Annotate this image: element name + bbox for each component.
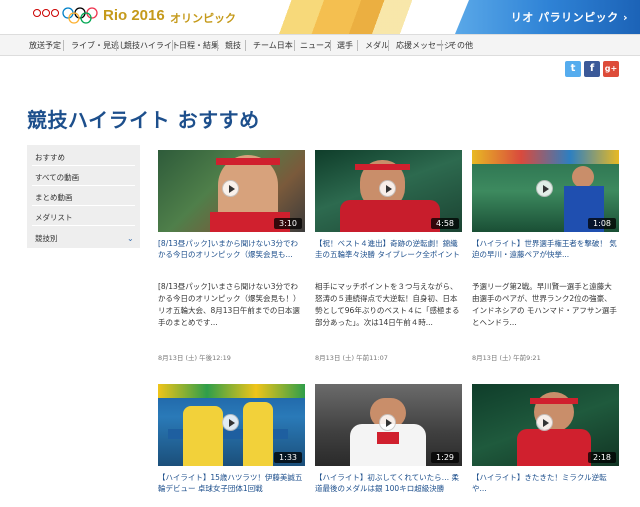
site-logo[interactable]: Rio 2016 オリンピック [0,0,300,34]
video-description: 予選リーグ第2戦。早川賢一選手と遠藤大由選手のペアが、世界ランク2位の強豪、イン… [472,282,617,327]
nav-divider [172,40,173,51]
nav-item-other[interactable]: その他 [449,40,473,51]
sidebar-item-summary[interactable]: まとめ動画 [35,192,73,203]
twitter-icon[interactable]: t [565,61,581,77]
video-thumbnail[interactable]: 3:10 [158,150,305,232]
duration-badge: 1:08 [588,218,616,229]
sidebar-divider [32,205,135,206]
gplus-icon[interactable]: g+ [603,61,619,77]
duration-badge: 1:29 [431,452,459,463]
video-thumbnail[interactable]: 1:08 [472,150,619,232]
page-title: 競技ハイライト おすすめ [27,108,260,132]
nav-item-sports[interactable]: 競技 [225,40,241,51]
nav-divider [63,40,64,51]
sidebar-item-medalists[interactable]: メダリスト [35,212,73,223]
nav-item-medals[interactable]: メダル [365,40,389,51]
video-title[interactable]: 【祝！ベスト４進出】奇跡の逆転劇！錦織圭の五輪準々決勝 タイブレーク全ポイント [315,238,462,260]
nav-divider [245,40,246,51]
sidebar-divider [32,165,135,166]
nav-item-live[interactable]: ライブ・見逃し [71,40,127,51]
duration-badge: 4:58 [431,218,459,229]
video-title[interactable]: 【ハイライト】きたきた！ミラクル逆転や... [472,472,619,494]
video-thumbnail[interactable]: 4:58 [315,150,462,232]
paralympic-link[interactable]: リオ パラリンピック › [511,9,628,25]
video-thumbnail[interactable]: 1:29 [315,384,462,466]
nav-divider [330,40,331,51]
nav-item-news[interactable]: ニュース [300,40,332,51]
nhk-logo-icon [33,9,59,17]
video-description: 相手にマッチポイントを３つ与えながら、怒涛の５連続得点で大逆転！自身初、日本勢と… [315,282,460,327]
play-icon[interactable] [536,180,553,197]
video-title[interactable]: 【ハイライト】世界選手権王者を撃破！ 気迫の早川・遠藤ペアが快挙... [472,238,619,260]
paralympic-banner[interactable]: リオ パラリンピック › [455,0,640,34]
play-icon[interactable] [379,414,396,431]
olympic-subtitle: オリンピック [170,12,236,25]
play-icon[interactable] [222,180,239,197]
video-description: [8/13昼パック]いまさら聞けない3分でわかる今日のオリンピック（爆笑会見も！… [158,282,305,327]
play-icon[interactable] [536,414,553,431]
nav-divider [294,40,295,51]
chevron-down-icon[interactable]: ⌄ [127,234,134,243]
sidebar-divider [32,185,135,186]
nav-divider [441,40,442,51]
sidebar-item-all-videos[interactable]: すべての動画 [35,172,79,183]
video-date: 8月13日 (土) 午後12:19 [158,354,231,362]
sidebar-menu: おすすめ すべての動画 まとめ動画 メダリスト 競技別 ⌄ [27,145,140,248]
video-thumbnail[interactable]: 2:18 [472,384,619,466]
video-title[interactable]: [8/13昼パック]いまから聞けない3分でわかる今日のオリンピック（爆笑会見も.… [158,238,305,260]
duration-badge: 2:18 [588,452,616,463]
video-date: 8月13日 (土) 午前11:07 [315,354,388,362]
video-title[interactable]: 【ハイライト】15歳ハツラツ！伊藤美誠五輪デビュー 卓球女子団体1回戦 [158,472,305,494]
nav-item-schedule[interactable]: 放送予定 [29,40,61,51]
play-icon[interactable] [379,180,396,197]
sidebar-item-recommended[interactable]: おすすめ [35,152,65,163]
rio-title: Rio 2016 [103,7,165,24]
video-date: 8月13日 (土) 午前9:21 [472,354,541,362]
main-nav: 放送予定 ライブ・見逃し 競技ハイライト 日程・結果 競技 チーム日本 ニュース… [0,34,640,56]
nav-item-team-japan[interactable]: チーム日本 [253,40,293,51]
video-title[interactable]: 【ハイライト】初ぶしてくれていたら… 柔道最後のメダルは銀 100キロ超級決勝 [315,472,462,494]
nav-item-results[interactable]: 日程・結果 [179,40,219,51]
duration-badge: 3:10 [274,218,302,229]
duration-badge: 1:33 [274,452,302,463]
play-icon[interactable] [222,414,239,431]
video-thumbnail[interactable]: 1:33 [158,384,305,466]
olympic-rings-icon [62,7,98,24]
sidebar-divider [32,225,135,226]
nav-divider [357,40,358,51]
nav-divider [116,40,117,51]
nav-divider [217,40,218,51]
nav-divider [388,40,389,51]
nav-item-athletes[interactable]: 選手 [337,40,353,51]
site-header: Rio 2016 オリンピック リオ パラリンピック › [0,0,640,34]
sidebar-item-by-sport[interactable]: 競技別 [35,233,58,244]
nav-item-messages[interactable]: 応援メッセージ [396,40,452,51]
facebook-icon[interactable]: f [584,61,600,77]
